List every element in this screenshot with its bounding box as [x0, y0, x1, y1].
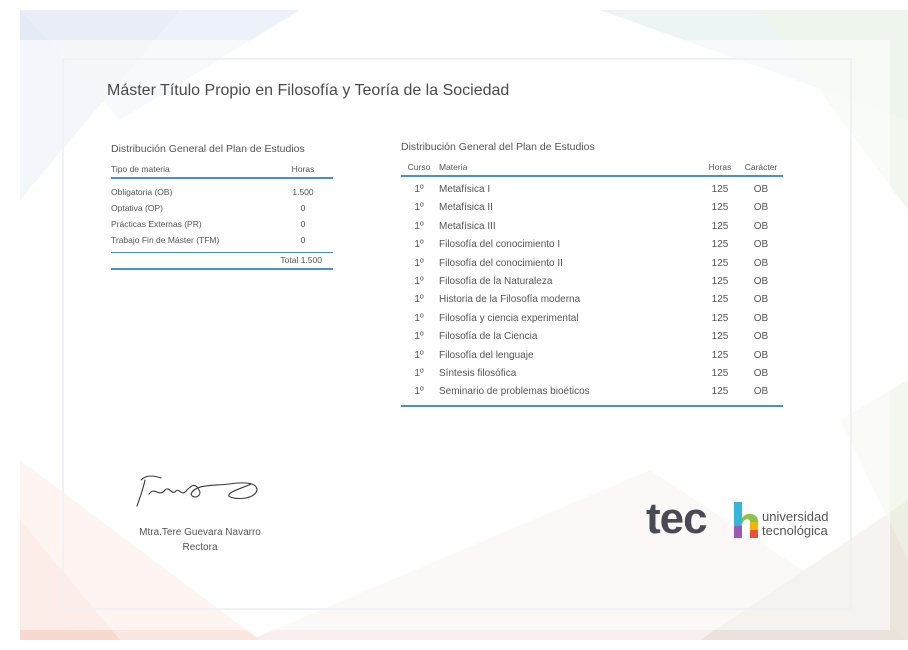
row-tipo: Obligatoria (OB) — [111, 187, 173, 197]
subjects-table-title: Distribución General del Plan de Estudio… — [401, 141, 595, 153]
row-curso: 1º — [414, 220, 424, 232]
row-materia: Metafísica II — [439, 202, 493, 214]
row-caracter: OB — [753, 386, 769, 398]
program-title: Máster Título Propio en Filosofía y Teor… — [107, 82, 510, 99]
subjects-rows: 1º Metafísica I 125 OB 1º Metafísica II 125 OB 1… — [401, 177, 783, 407]
row-materia: Metafísica I — [439, 184, 491, 195]
row-materia: Filosofía del conocimiento I — [439, 239, 561, 251]
row-horas: 125 — [711, 294, 729, 306]
table-row: 1º Filosofía de la Naturaleza 125 OB — [401, 273, 783, 291]
row-materia: Filosofía y ciencia experimental — [439, 312, 579, 324]
subjects-table-header: Curso Materia Horas Carácter — [401, 162, 783, 177]
row-horas: 125 — [711, 367, 729, 379]
row-curso: 1º — [414, 257, 424, 269]
table-row: 1º Filosofía del lenguaje 125 OB — [401, 347, 783, 365]
row-caracter: OB — [753, 294, 769, 306]
logo-line-1: universidad — [762, 509, 829, 524]
table-row: Obligatoria (OB) 1.500 — [111, 184, 333, 200]
row-caracter: OB — [753, 184, 769, 195]
signatory-role: Rectora — [182, 542, 218, 553]
row-curso: 1º — [414, 294, 424, 306]
row-materia: Metafísica III — [439, 220, 496, 232]
table-row: Prácticas Externas (PR) 0 — [111, 216, 333, 232]
table-row: Optativa (OP) 0 — [111, 200, 333, 216]
row-curso: 1º — [414, 202, 424, 214]
row-horas: 125 — [711, 312, 729, 324]
header-horas: Horas — [708, 162, 732, 172]
row-caracter: OB — [753, 331, 769, 343]
subject-type-table-header: Tipo de materia Horas — [111, 164, 333, 179]
row-caracter: OB — [753, 239, 769, 251]
row-horas: 125 — [711, 349, 729, 361]
table-row: 1º Metafísica I 125 OB — [401, 181, 783, 199]
row-caracter: OB — [753, 312, 769, 324]
table-row: 1º Metafísica II 125 OB — [401, 199, 783, 217]
row-tipo: Optativa (OP) — [111, 203, 163, 213]
row-materia: Filosofía de la Ciencia — [439, 331, 538, 343]
header-horas: Horas — [291, 164, 315, 174]
table-row: 1º Seminario de problemas bioéticos 125 OB — [401, 383, 783, 401]
header-caracter: Carácter — [744, 162, 778, 172]
row-horas: 125 — [711, 239, 729, 251]
subject-type-rows: Obligatoria (OB) 1.500 Optativa (OP) 0 P… — [111, 179, 333, 253]
row-curso: 1º — [414, 331, 424, 343]
table-row: 1º Filosofía del conocimiento II 125 OB — [401, 255, 783, 273]
header-materia: Materia — [439, 162, 468, 172]
signature-image — [136, 475, 258, 507]
row-curso: 1º — [414, 386, 424, 398]
row-caracter: OB — [753, 220, 769, 232]
subjects-table: Distribución General del Plan de Estudio… — [401, 141, 783, 407]
row-caracter: OB — [753, 349, 769, 361]
logo-word: tec — [646, 494, 708, 543]
row-materia: Filosofía de la Naturaleza — [439, 275, 553, 287]
row-curso: 1º — [414, 184, 424, 195]
signatory-name: Mtra.Tere Guevara Navarro — [139, 527, 261, 538]
row-horas: 1.500 — [292, 187, 314, 197]
table-row: 1º Síntesis filosófica 125 OB — [401, 365, 783, 383]
table-row: 1º Metafísica III 125 OB — [401, 218, 783, 236]
row-curso: 1º — [414, 312, 424, 324]
row-caracter: OB — [753, 367, 769, 379]
logo-h-mark — [734, 502, 758, 538]
row-curso: 1º — [414, 275, 424, 287]
row-materia: Seminario de problemas bioéticos — [439, 386, 590, 398]
row-horas: 125 — [711, 275, 729, 287]
row-materia: Historia de la Filosofía moderna — [439, 294, 581, 306]
tech-logo: tec universidad tecnológica — [646, 497, 836, 547]
logo-line-2: tecnológica — [762, 523, 828, 538]
table-row: 1º Filosofía del conocimiento I 125 OB — [401, 236, 783, 254]
header-curso: Curso — [407, 162, 431, 172]
row-tipo: Prácticas Externas (PR) — [111, 219, 202, 229]
row-horas: 0 — [300, 235, 306, 245]
row-horas: 125 — [711, 386, 729, 398]
row-materia: Filosofía del conocimiento II — [439, 257, 563, 269]
row-caracter: OB — [753, 257, 769, 269]
row-curso: 1º — [414, 367, 424, 379]
row-horas: 125 — [711, 184, 729, 195]
table-row: Trabajo Fin de Máster (TFM) 0 — [111, 232, 333, 248]
row-horas: 0 — [300, 203, 306, 213]
row-caracter: OB — [753, 275, 769, 287]
table-row: 1º Filosofía de la Ciencia 125 OB — [401, 328, 783, 346]
row-tipo: Trabajo Fin de Máster (TFM) — [111, 235, 220, 245]
total-hours: Total 1.500 — [111, 253, 333, 270]
row-materia: Síntesis filosófica — [439, 367, 517, 379]
row-horas: 125 — [711, 257, 729, 269]
row-horas: 125 — [711, 331, 729, 343]
row-curso: 1º — [414, 239, 424, 251]
subject-type-table: Distribución General del Plan de Estudio… — [111, 143, 333, 270]
row-horas: 125 — [711, 220, 729, 232]
row-horas: 0 — [300, 219, 306, 229]
header-tipo: Tipo de materia — [111, 164, 170, 174]
row-materia: Filosofía del lenguaje — [439, 349, 534, 361]
subject-type-table-title: Distribución General del Plan de Estudio… — [111, 143, 305, 155]
row-curso: 1º — [414, 349, 424, 361]
table-row: 1º Historia de la Filosofía moderna 125 OB — [401, 291, 783, 309]
table-row: 1º Filosofía y ciencia experimental 125 OB — [401, 310, 783, 328]
row-caracter: OB — [753, 202, 769, 214]
row-horas: 125 — [711, 202, 729, 214]
